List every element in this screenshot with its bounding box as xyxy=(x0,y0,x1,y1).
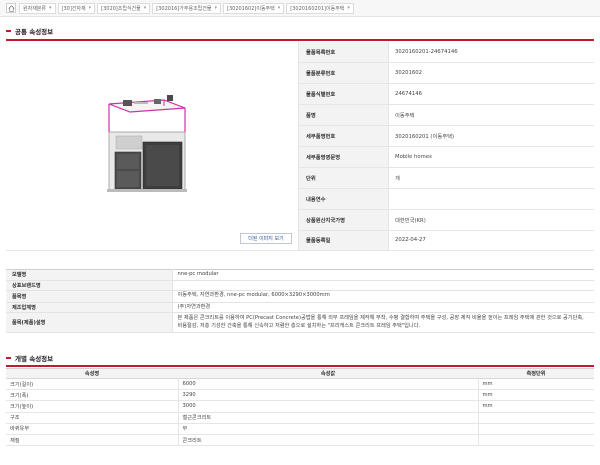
section-divider xyxy=(6,365,594,367)
attr-value: 3000 xyxy=(178,400,479,413)
row-label: 물품등록일 xyxy=(298,230,389,252)
attr-value: 무 xyxy=(178,423,479,435)
row-label: 세부품명번호 xyxy=(298,125,389,147)
row-value: 24674146 xyxy=(388,83,594,106)
attr-name: 재질 xyxy=(6,434,179,447)
home-icon[interactable] xyxy=(6,3,16,13)
row-label: 물품목록번호 xyxy=(298,42,389,64)
table-row: 세부품명번호 3020160201 (이동주택) xyxy=(298,125,594,147)
chevron-down-icon: ▾ xyxy=(143,5,147,11)
row-label: 품명 xyxy=(298,104,389,127)
table-row: 물품식별번호 24674146 xyxy=(298,83,594,106)
table-row: 크기(높이) 3000 mm xyxy=(6,400,594,413)
product-image xyxy=(107,95,187,192)
attr-name: 구조 xyxy=(6,412,179,424)
table-row: 상품원산지국가명 대한민국(KR) xyxy=(298,209,594,231)
row-value: nne-pc modular xyxy=(172,269,594,281)
attr-unit: mm xyxy=(478,400,594,413)
row-value: 대한민국(KR) xyxy=(388,209,594,231)
column-header: 속성명 xyxy=(6,368,178,379)
breadcrumb-item[interactable]: 원자재분류 ▾ xyxy=(19,2,56,14)
attr-value: 3290 xyxy=(178,389,479,402)
table-row: 물품등록일 2022-04-27 xyxy=(298,230,594,252)
attr-name: 크기(길이) xyxy=(6,378,179,391)
row-value: 이동주택 xyxy=(388,104,594,127)
row-label: 물품식별번호 xyxy=(298,83,389,106)
attr-name: 크기(높이) xyxy=(6,400,179,413)
product-image-area xyxy=(6,42,298,251)
table-row: 구조 철근콘크리트 xyxy=(6,412,594,424)
row-label: 내용연수 xyxy=(298,188,389,210)
attr-unit xyxy=(478,423,594,435)
table-row: 크기(길이) 6000 mm xyxy=(6,378,594,391)
row-label: 품목(제품)설명 xyxy=(6,312,173,333)
common-section-title: 공통 속성정보 xyxy=(6,26,53,36)
row-value: 3020160201-24674146 xyxy=(388,42,594,64)
row-value xyxy=(388,188,594,210)
table-row: 제조업체명 (주)자연과환경 xyxy=(6,302,594,313)
attr-value: 철근콘크리트 xyxy=(178,412,479,424)
attr-unit xyxy=(478,434,594,447)
section-bullet xyxy=(6,357,11,359)
attr-name: 크기(폭) xyxy=(6,389,179,402)
row-label: 모델명 xyxy=(6,269,173,281)
breadcrumb: 원자재분류 ▾ [30]건자재 ▾ [3020]조립식건물 ▾ [302016]가주용… xyxy=(0,0,600,17)
row-label: 세부품명영문명 xyxy=(298,146,389,168)
row-value: 30201602 xyxy=(388,62,594,85)
row-label: 물품분류번호 xyxy=(298,62,389,85)
chevron-down-icon: ▾ xyxy=(88,5,92,11)
attr-name: 바퀴유무 xyxy=(6,423,179,435)
breadcrumb-item[interactable]: [3020]조립식건물 ▾ xyxy=(97,2,151,14)
row-value: 본 제품은 콘크리트를 이용하여 PC(Precast Concrete)공법을… xyxy=(172,312,594,333)
table-row: 품명 이동주택 xyxy=(298,104,594,127)
table-row: 단위 개 xyxy=(298,167,594,189)
attr-unit: mm xyxy=(478,389,594,402)
breadcrumb-item[interactable]: [30]건자재 ▾ xyxy=(57,2,96,14)
table-row: 상표브랜드명 xyxy=(6,280,594,291)
row-label: 품목명 xyxy=(6,290,173,303)
table-row: 내용연수 xyxy=(298,188,594,210)
row-value: 2022-04-27 xyxy=(388,230,594,252)
row-label: 상품원산지국가명 xyxy=(298,209,389,231)
chevron-down-icon: ▾ xyxy=(277,5,281,11)
attr-value: 6000 xyxy=(178,378,479,391)
common-info-table: 물품목록번호 3020160201-24674146 물품분류번호 30201602… xyxy=(298,42,594,252)
section-divider xyxy=(6,39,594,41)
row-value: 3020160201 (이동주택) xyxy=(388,125,594,147)
table-row: 크기(폭) 3290 mm xyxy=(6,389,594,402)
row-label: 제조업체명 xyxy=(6,302,173,313)
table-header-row: 속성명 속성값 측정단위 xyxy=(6,368,594,379)
attr-value: 콘크리트 xyxy=(178,434,479,447)
view-large-image-button[interactable]: 더된 이미지 보기 xyxy=(240,233,292,244)
breadcrumb-item[interactable]: [30201602]이동주택 ▾ xyxy=(223,2,285,14)
breadcrumb-item[interactable]: [302016]가주용조립건물 ▾ xyxy=(152,2,221,14)
row-value: 이동주택, 자연과환경, nne-pc modular, 6000×3290×3… xyxy=(172,290,594,303)
attr-unit xyxy=(478,412,594,424)
attribute-table: 속성명 속성값 측정단위 크기(길이) 6000 mm 크기(폭) 3290 mm 크기… xyxy=(6,368,594,447)
chevron-down-icon: ▾ xyxy=(49,5,52,11)
table-row: 물품분류번호 30201602 xyxy=(298,62,594,85)
table-row: 재질 콘크리트 xyxy=(6,434,594,447)
table-row: 품목명 이동주택, 자연과환경, nne-pc modular, 6000×329… xyxy=(6,290,594,303)
attr-unit: mm xyxy=(478,378,594,391)
chevron-down-icon: ▾ xyxy=(347,5,350,11)
row-value: Mobile homes xyxy=(388,146,594,168)
row-value xyxy=(172,280,594,291)
table-row: 바퀴유무 무 xyxy=(6,423,594,435)
spec-table: 모델명 nne-pc modular 상표브랜드명 품목명 이동주택, 자연과환경,… xyxy=(6,269,594,333)
row-label: 단위 xyxy=(298,167,389,189)
table-row: 물품목록번호 3020160201-24674146 xyxy=(298,42,594,64)
table-row: 모델명 nne-pc modular xyxy=(6,269,594,281)
row-value: (주)자연과환경 xyxy=(172,302,594,313)
breadcrumb-item[interactable]: [3020160201]이동주택 ▾ xyxy=(286,2,354,14)
table-row: 세부품명영문명 Mobile homes xyxy=(298,146,594,168)
chevron-down-icon: ▾ xyxy=(214,5,217,11)
column-header: 속성값 xyxy=(178,368,478,379)
table-row: 품목(제품)설명 본 제품은 콘크리트를 이용하여 PC(Precast Conc… xyxy=(6,312,594,333)
section-bullet xyxy=(6,30,11,32)
row-label: 상표브랜드명 xyxy=(6,280,173,291)
individual-section-title: 개별 속성정보 xyxy=(6,353,53,363)
column-header: 측정단위 xyxy=(478,368,594,379)
row-value: 개 xyxy=(388,167,594,189)
